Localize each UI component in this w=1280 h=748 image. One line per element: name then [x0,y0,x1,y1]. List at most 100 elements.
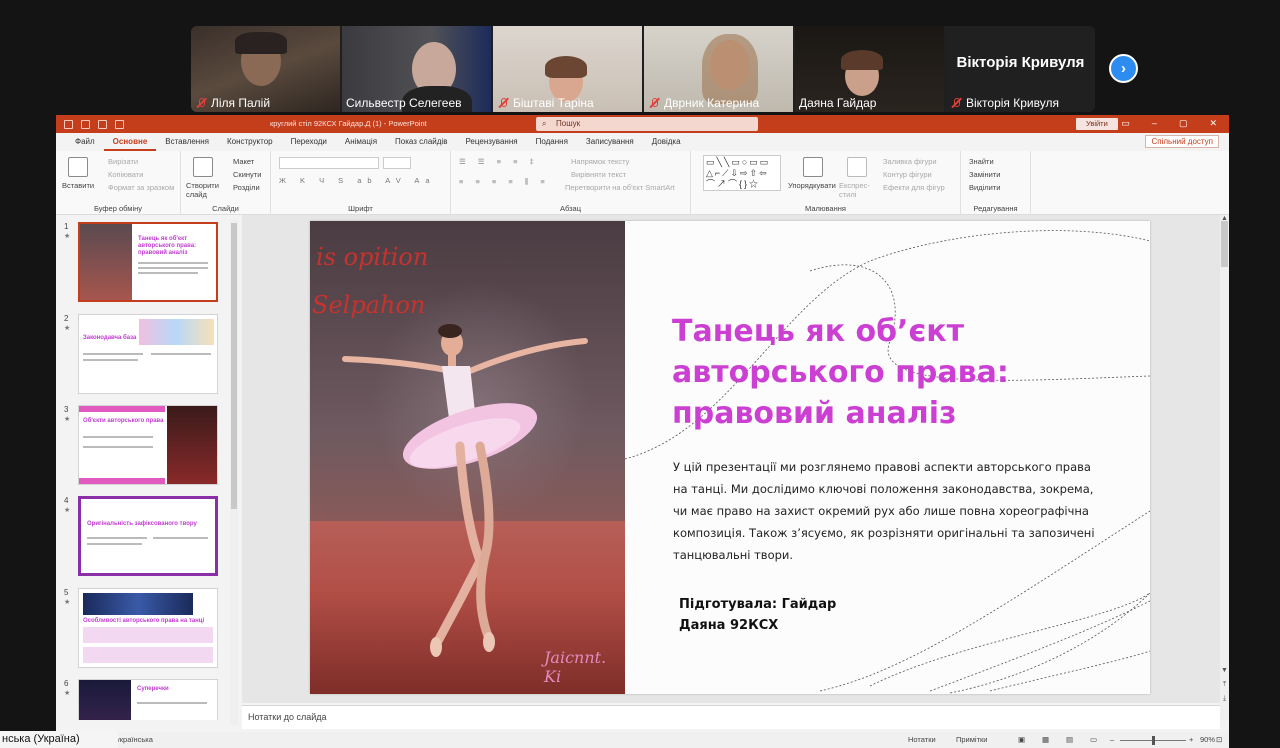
editing-group: Знайти Замінити Виділити Редагування [961,151,1031,215]
signin-button[interactable]: Увійти [1076,118,1118,130]
tab-home[interactable]: Основне [103,133,157,151]
participant-name: Ліля Палій [211,96,271,110]
current-slide[interactable]: is opition Selpahon Jaicnnt. Ki Танець я… [310,221,1150,694]
clipboard-group: Вставити Вирізати Копіювати Формат за зр… [56,151,181,215]
thumbnail-row[interactable]: 6 ★ Суперечки [56,679,232,720]
reset-button[interactable]: Скинути [233,170,261,179]
align-text-button[interactable]: Вирівняти текст [571,170,626,179]
slide-thumbnail[interactable]: Танець як об'єкт авторського права: прав… [78,222,218,302]
window-controls: ▭ – ▢ ✕ [1121,118,1217,129]
participant-tile[interactable]: Дврник Катерина [644,26,793,112]
cut-button[interactable]: Вирізати [108,157,138,166]
layout-button[interactable]: Макет [233,157,254,166]
text-direction-button[interactable]: Напрямок тексту [571,157,629,166]
paste-icon [68,157,88,177]
font-format-buttons[interactable]: Ж K Ч S ab AV Aa [279,176,436,185]
font-family-select[interactable] [279,157,379,169]
star-icon: ★ [64,325,71,332]
arrange-icon [803,157,823,177]
tab-animations[interactable]: Анімація [336,133,386,151]
copy-button[interactable]: Копіювати [108,170,143,179]
tab-slideshow[interactable]: Показ слайдів [386,133,456,151]
slide-sorter-icon[interactable]: ▦ [1042,735,1049,744]
tab-recording[interactable]: Записування [577,133,643,151]
slide-scrollbar[interactable]: ▲ ▼ ⤒ ⤓ [1220,215,1229,720]
shape-outline-button[interactable]: Контур фігури [883,170,932,179]
search-input[interactable]: Пошук [536,117,758,131]
thumbnail-row[interactable]: 2 ★ Законодавча база [56,314,232,396]
share-button[interactable]: Спільний доступ [1145,135,1219,148]
quick-styles-button[interactable]: Експрес-стилі [839,181,875,199]
save-icon[interactable] [64,119,73,129]
slide-thumbnail[interactable]: Законодавча база [78,314,218,394]
select-button[interactable]: Виділити [969,183,1000,192]
sections-button[interactable]: Розділи [233,183,260,192]
tab-view[interactable]: Подання [527,133,577,151]
slide-thumbnail[interactable]: Суперечки [78,679,218,720]
tab-transitions[interactable]: Переходи [282,133,336,151]
participant-tile[interactable]: Біштаві Таріна [493,26,642,112]
undo-icon[interactable] [81,119,90,129]
replace-button[interactable]: Замінити [969,170,1000,179]
zoom-slider-thumb[interactable] [1152,736,1155,745]
shape-effects-button[interactable]: Ефекти для фігур [883,183,945,192]
paste-button[interactable]: Вставити [62,181,94,190]
language-indicator: нська (Україна) [0,731,118,748]
slide-body-text[interactable]: У цій презентації ми розглянемо правові … [673,456,1103,566]
shape-fill-button[interactable]: Заливка фігури [883,157,937,166]
zoom-level[interactable]: 90% [1200,735,1215,744]
font-size-select[interactable] [383,157,411,169]
thumbnail-row[interactable]: 4 ★ Оригінальність зафіксованого твору [56,496,232,578]
participant-tile[interactable]: Ліля Палій [191,26,340,112]
format-painter-button[interactable]: Формат за зразком [108,183,174,192]
tab-file[interactable]: Файл [66,133,104,151]
participant-tile[interactable]: Сильвестр Селегеев [342,26,491,112]
star-icon: ★ [64,233,71,240]
drawing-group: ▭╲╲▭○▭▭ △⌐⟋⇩⇨⇧⇦ ⌒↗⌒{}☆ Упорядкувати Експре… [691,151,961,215]
group-label: Слайди [212,204,239,213]
ribbon-display-icon[interactable]: ▭ [1121,118,1130,129]
tab-design[interactable]: Конструктор [218,133,282,151]
paragraph-group: ☰ ☰ ≡ ≡ ‡ ≡ ≡ ≡ ≡ ⫼ ≡ Напрямок тексту Ви… [451,151,691,215]
zoom-in-icon[interactable]: + [1189,735,1193,744]
tab-help[interactable]: Довідка [643,133,690,151]
arrange-button[interactable]: Упорядкувати [788,181,836,190]
find-button[interactable]: Знайти [969,157,994,166]
tab-insert[interactable]: Вставлення [156,133,218,151]
convert-smartart-button[interactable]: Перетворити на об'єкт SmartArt [565,183,675,192]
restore-icon[interactable]: ▢ [1179,118,1188,129]
participant-tile-active[interactable]: Даяна Гайдар [795,26,944,112]
present-icon[interactable] [115,119,124,129]
thumbnail-row[interactable]: 5 ★ Особливості авторського права на тан… [56,588,232,670]
slide-author[interactable]: Підготувала: Гайдар Даяна 92КСХ [679,594,879,636]
list-buttons[interactable]: ☰ ☰ ≡ ≡ ‡ [459,157,539,166]
slideshow-icon[interactable]: ▭ [1090,735,1097,744]
reading-view-icon[interactable]: ▤ [1066,735,1073,744]
group-label: Малювання [805,204,846,213]
group-label: Абзац [559,204,582,213]
notes-pane[interactable]: Нотатки до слайда [242,705,1220,729]
close-icon[interactable]: ✕ [1209,118,1217,129]
comments-toggle[interactable]: Примітки [956,735,987,744]
notes-toggle[interactable]: Нотатки [908,735,936,744]
language-status[interactable]: українська [116,735,153,744]
slide-title[interactable]: Танець як об’єкт авторського права: прав… [672,311,1142,434]
slide-thumbnails-pane: 1 ★ Танець як об'єкт авторського права: … [56,215,232,720]
tab-review[interactable]: Рецензування [456,133,526,151]
fit-slide-icon[interactable]: ⊡ [1216,735,1222,744]
align-buttons[interactable]: ≡ ≡ ≡ ≡ ⫼ ≡ [459,177,550,187]
thumbnail-scrollbar[interactable] [230,220,238,725]
slide-thumbnail[interactable]: Оригінальність зафіксованого твору [78,496,218,576]
new-slide-button[interactable]: Створити слайд [186,181,226,199]
thumbnail-row[interactable]: 1 ★ Танець як об'єкт авторського права: … [56,222,232,304]
zoom-out-icon[interactable]: – [1110,735,1114,744]
thumbnail-row[interactable]: 3 ★ Об'єкти авторського права [56,405,232,487]
slide-thumbnail[interactable]: Особливості авторського права на танці [78,588,218,668]
shapes-gallery[interactable]: ▭╲╲▭○▭▭ △⌐⟋⇩⇨⇧⇦ ⌒↗⌒{}☆ [703,155,781,191]
normal-view-icon[interactable]: ▣ [1018,735,1025,744]
next-participants-button[interactable]: › [1109,54,1138,83]
participant-tile[interactable]: Вікторія Кривуля Вікторія Кривуля [946,26,1095,112]
slide-thumbnail[interactable]: Об'єкти авторського права [78,405,218,485]
minimize-icon[interactable]: – [1152,118,1157,129]
redo-icon[interactable] [98,119,107,129]
